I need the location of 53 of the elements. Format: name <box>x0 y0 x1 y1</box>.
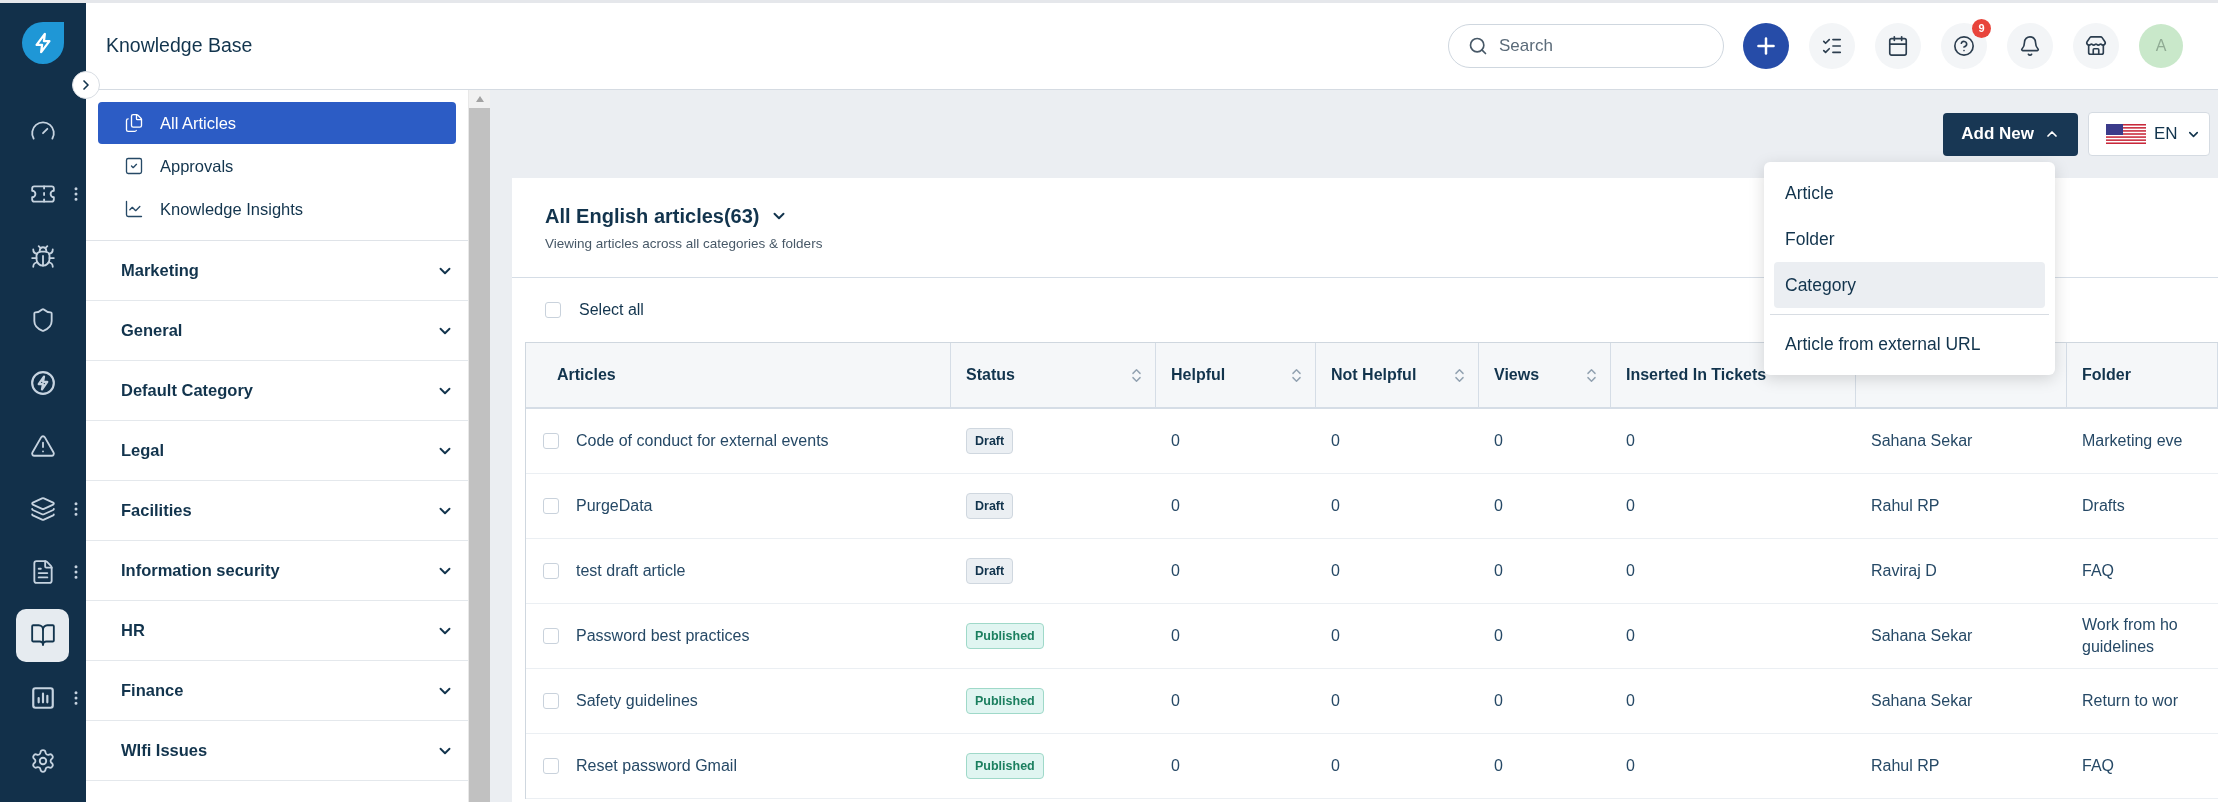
table-cell-text: FAQ <box>2082 756 2114 776</box>
table-cell-text: 0 <box>1494 756 1503 776</box>
table-cell-text: 0 <box>1331 691 1340 711</box>
table-cell-text: 0 <box>1626 691 1635 711</box>
table-cell-text: 0 <box>1626 561 1635 581</box>
table-cell-text: FAQ <box>2082 561 2114 581</box>
table-cell-text: 0 <box>1331 431 1340 451</box>
page-title: Knowledge Base <box>106 33 253 59</box>
table-cell-text: 0 <box>1331 496 1340 516</box>
table-cell-text: Password best practices <box>576 626 750 646</box>
table-cell-text: 0 <box>1494 691 1503 711</box>
table-cell-text: 0 <box>1171 756 1180 776</box>
status-badge: Published <box>966 752 1044 780</box>
status-badge: Draft <box>966 492 1014 520</box>
table-cell-text: 0 <box>1171 691 1180 711</box>
status-badge: Published <box>966 622 1044 650</box>
list-subtitle: Viewing articles across all categories & folders <box>545 234 823 253</box>
table-cell-text: Sahana Sekar <box>1871 626 1973 646</box>
table-cell-text: Rahul RP <box>1871 496 1940 516</box>
table-cell-text: Code of conduct for external events <box>576 431 829 451</box>
table-cell-text: Rahul RP <box>1871 756 1940 776</box>
table-cell-text: 0 <box>1626 626 1635 646</box>
table-cell-text: 0 <box>1494 496 1503 516</box>
table-cell-text: PurgeData <box>576 496 653 516</box>
table-cell-text: Drafts <box>2082 496 2125 516</box>
table-cell-text: Sahana Sekar <box>1871 431 1973 451</box>
table-cell-text: Raviraj D <box>1871 561 1937 581</box>
table-cell-text: 0 <box>1331 626 1340 646</box>
table-cell-text: 0 <box>1171 561 1180 581</box>
table-cell-text: 0 <box>1331 756 1340 776</box>
table-cell-text: 0 <box>1171 496 1180 516</box>
table-cell-text: 0 <box>1171 626 1180 646</box>
table-cell-text: Marketing eve <box>2082 431 2183 451</box>
status-badge: Draft <box>966 427 1014 455</box>
status-badge: Draft <box>966 557 1014 585</box>
table-cell-text: Safety guidelines <box>576 691 698 711</box>
table-cell-text: 0 <box>1494 561 1503 581</box>
select-all-label: Select all <box>579 300 644 320</box>
table-cell-text: 0 <box>1171 431 1180 451</box>
table-cell-text: test draft article <box>576 561 686 581</box>
table-cell-text: Sahana Sekar <box>1871 691 1973 711</box>
list-title: All English articles(63) <box>545 203 760 229</box>
table-cell-text: Reset password Gmail <box>576 756 737 776</box>
table-cell-text: 0 <box>1494 431 1503 451</box>
status-badge: Published <box>966 687 1044 715</box>
notification-badge: 9 <box>1972 19 1991 38</box>
table-cell-text: 0 <box>1626 431 1635 451</box>
table-cell-text: 0 <box>1626 496 1635 516</box>
table-cell-text: 0 <box>1626 756 1635 776</box>
table-cell-text: 0 <box>1494 626 1503 646</box>
table-cell-text: Work from ho guidelines <box>2082 615 2179 657</box>
table-cell-text: Return to wor <box>2082 691 2179 711</box>
table-cell-text: 0 <box>1331 561 1340 581</box>
